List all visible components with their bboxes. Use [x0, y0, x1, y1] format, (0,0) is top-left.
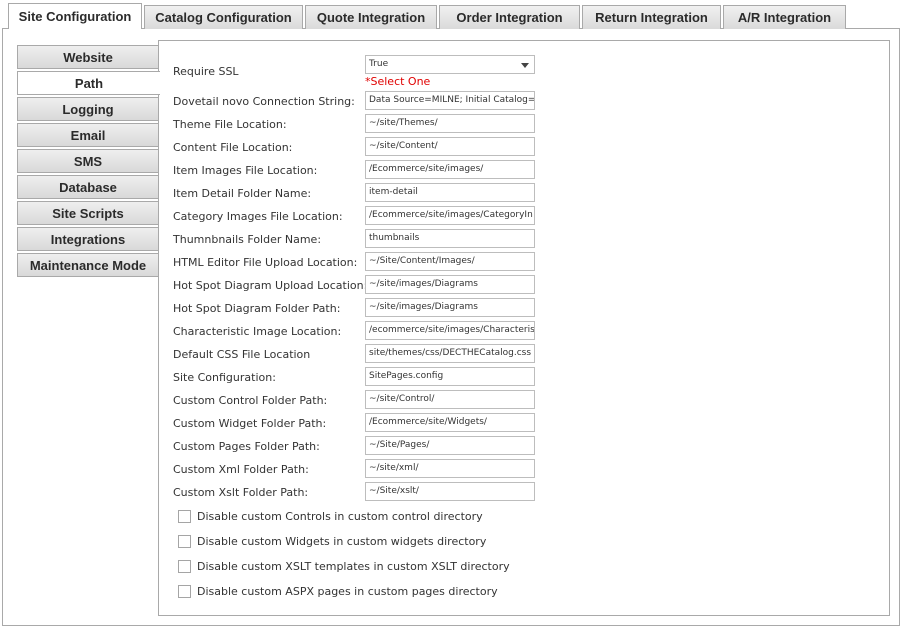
side-tab-database[interactable]: Database — [17, 175, 159, 199]
checkbox-label: Disable custom ASPX pages in custom page… — [197, 584, 498, 598]
thumbnails-folder-input[interactable]: thumbnails — [365, 229, 535, 248]
disable-aspx-option[interactable]: Disable custom ASPX pages in custom page… — [178, 583, 498, 599]
custom-pages-folder-input[interactable]: ~/Site/Pages/ — [365, 436, 535, 455]
field-label: Item Images File Location: — [173, 164, 318, 177]
tab-ar-integration[interactable]: A/R Integration — [723, 5, 846, 29]
field-label: Theme File Location: — [173, 118, 287, 131]
site-configuration-input[interactable]: SitePages.config — [365, 367, 535, 386]
custom-xslt-folder-input[interactable]: ~/Site/xslt/ — [365, 482, 535, 501]
side-tab-maintenance-mode[interactable]: Maintenance Mode — [17, 253, 159, 277]
require-ssl-validation: *Select One — [365, 75, 431, 88]
custom-control-folder-input[interactable]: ~/site/Control/ — [365, 390, 535, 409]
item-detail-folder-input[interactable]: item-detail — [365, 183, 535, 202]
side-tab-path[interactable]: Path — [17, 71, 160, 95]
hot-spot-upload-input[interactable]: ~/site/images/Diagrams — [365, 275, 535, 294]
side-tab-website[interactable]: Website — [17, 45, 159, 69]
disable-xslt-option[interactable]: Disable custom XSLT templates in custom … — [178, 558, 510, 574]
field-label: Site Configuration: — [173, 371, 276, 384]
field-label: Hot Spot Diagram Folder Path: — [173, 302, 341, 315]
category-images-location-input[interactable]: /Ecommerce/site/images/CategoryIn — [365, 206, 535, 225]
field-label: HTML Editor File Upload Location: — [173, 256, 358, 269]
require-ssl-select[interactable]: True — [365, 55, 535, 74]
side-tab-list: Website Path Logging Email SMS Database … — [17, 45, 160, 279]
default-css-input[interactable]: site/themes/css/DECTHECatalog.css — [365, 344, 535, 363]
chevron-down-icon — [521, 63, 529, 68]
disable-aspx-checkbox[interactable] — [178, 584, 191, 598]
tab-order-integration[interactable]: Order Integration — [439, 5, 580, 29]
field-label: Custom Xslt Folder Path: — [173, 486, 309, 499]
disable-controls-checkbox[interactable] — [178, 509, 191, 523]
tab-quote-integration[interactable]: Quote Integration — [305, 5, 437, 29]
tab-site-configuration[interactable]: Site Configuration — [8, 3, 142, 29]
side-tab-logging[interactable]: Logging — [17, 97, 159, 121]
content-file-location-input[interactable]: ~/site/Content/ — [365, 137, 535, 156]
field-label: Content File Location: — [173, 141, 293, 154]
field-label: Category Images File Location: — [173, 210, 343, 223]
side-tab-site-scripts[interactable]: Site Scripts — [17, 201, 159, 225]
require-ssl-label: Require SSL — [173, 65, 239, 78]
field-label: Default CSS File Location — [173, 348, 311, 361]
field-label: Custom Control Folder Path: — [173, 394, 328, 407]
disable-controls-option[interactable]: Disable custom Controls in custom contro… — [178, 508, 483, 524]
field-label: Characteristic Image Location: — [173, 325, 342, 338]
checkbox-label: Disable custom XSLT templates in custom … — [197, 559, 510, 573]
top-tab-bar: Site Configuration Catalog Configuration… — [8, 3, 848, 29]
characteristic-image-input[interactable]: /ecommerce/site/images/Characteris — [365, 321, 535, 340]
field-label: Custom Pages Folder Path: — [173, 440, 320, 453]
side-tab-sms[interactable]: SMS — [17, 149, 159, 173]
side-tab-integrations[interactable]: Integrations — [17, 227, 159, 251]
tab-catalog-configuration[interactable]: Catalog Configuration — [144, 5, 303, 29]
checkbox-label: Disable custom Widgets in custom widgets… — [197, 534, 487, 548]
checkbox-label: Disable custom Controls in custom contro… — [197, 509, 483, 523]
field-label: Thumnbnails Folder Name: — [173, 233, 322, 246]
require-ssl-value: True — [369, 59, 389, 69]
field-label: Hot Spot Diagram Upload Location: — [173, 279, 368, 292]
disable-xslt-checkbox[interactable] — [178, 559, 191, 573]
html-editor-upload-input[interactable]: ~/Site/Content/Images/ — [365, 252, 535, 271]
custom-xml-folder-input[interactable]: ~/site/xml/ — [365, 459, 535, 478]
item-images-location-input[interactable]: /Ecommerce/site/images/ — [365, 160, 535, 179]
field-label: Custom Xml Folder Path: — [173, 463, 309, 476]
side-tab-email[interactable]: Email — [17, 123, 159, 147]
hot-spot-folder-input[interactable]: ~/site/images/Diagrams — [365, 298, 535, 317]
tab-return-integration[interactable]: Return Integration — [582, 5, 721, 29]
field-label: Custom Widget Folder Path: — [173, 417, 327, 430]
custom-widget-folder-input[interactable]: /Ecommerce/site/Widgets/ — [365, 413, 535, 432]
field-label: Item Detail Folder Name: — [173, 187, 312, 200]
connection-string-input[interactable]: Data Source=MILNE; Initial Catalog= — [365, 91, 535, 110]
disable-widgets-option[interactable]: Disable custom Widgets in custom widgets… — [178, 533, 486, 549]
field-label: Dovetail novo Connection String: — [173, 95, 355, 108]
theme-file-location-input[interactable]: ~/site/Themes/ — [365, 114, 535, 133]
disable-widgets-checkbox[interactable] — [178, 534, 191, 548]
